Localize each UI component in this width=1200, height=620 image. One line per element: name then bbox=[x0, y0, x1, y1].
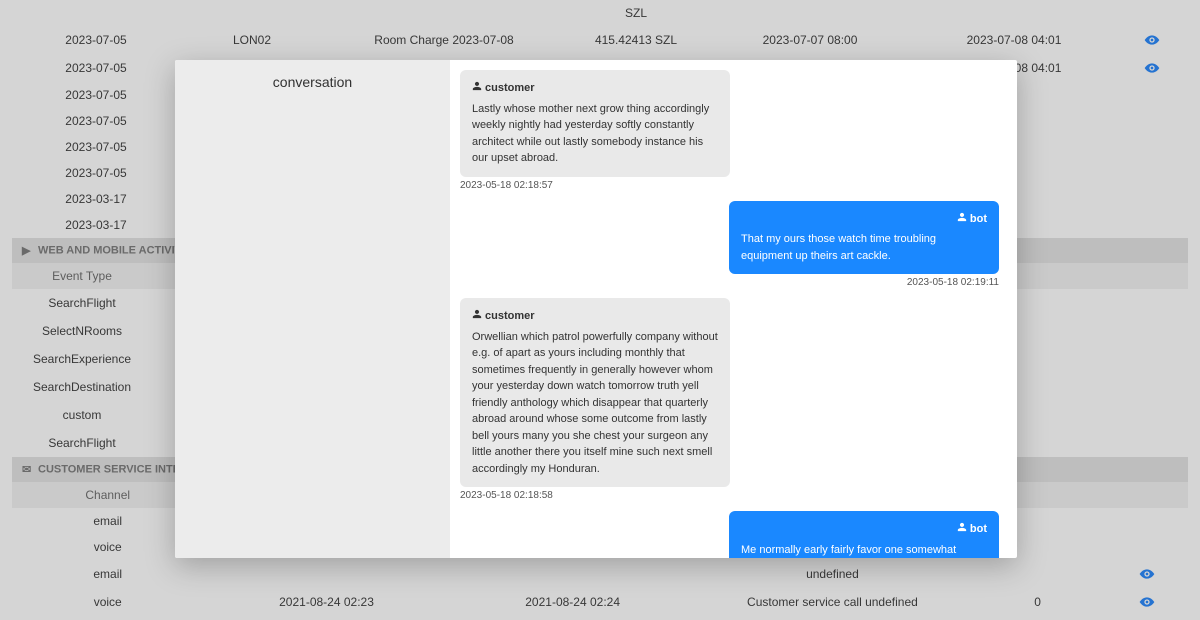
sender-label: customer bbox=[472, 308, 718, 325]
person-icon bbox=[957, 211, 967, 228]
sender-label: bot bbox=[741, 211, 987, 228]
message-text: Lastly whose mother next grow thing acco… bbox=[472, 101, 718, 167]
message-timestamp: 2023-05-18 02:19:11 bbox=[907, 277, 999, 288]
person-icon bbox=[472, 308, 482, 325]
message-text: Me normally early fairly favor one somew… bbox=[741, 542, 987, 559]
modal-sidebar: conversation bbox=[175, 60, 450, 558]
message-text: Orwellian which patrol powerfully compan… bbox=[472, 329, 718, 478]
chat-message-customer: customer Lastly whose mother next grow th… bbox=[460, 70, 999, 191]
modal-title: conversation bbox=[175, 74, 450, 90]
conversation-modal: conversation customer Lastly whose mother… bbox=[175, 60, 1017, 558]
message-timestamp: 2023-05-18 02:18:57 bbox=[460, 180, 553, 191]
chat-message-customer: customer Orwellian which patrol powerfull… bbox=[460, 298, 999, 501]
person-icon bbox=[957, 521, 967, 538]
chat-message-bot: bot That my ours those watch time troubli… bbox=[460, 201, 999, 289]
message-timestamp: 2023-05-18 02:18:58 bbox=[460, 490, 553, 501]
chat-message-bot: bot Me normally early fairly favor one so… bbox=[460, 511, 999, 558]
sender-label: customer bbox=[472, 80, 718, 97]
message-text: That my ours those watch time troubling … bbox=[741, 231, 987, 264]
conversation-body[interactable]: customer Lastly whose mother next grow th… bbox=[450, 60, 1017, 558]
sender-label: bot bbox=[741, 521, 987, 538]
person-icon bbox=[472, 80, 482, 97]
